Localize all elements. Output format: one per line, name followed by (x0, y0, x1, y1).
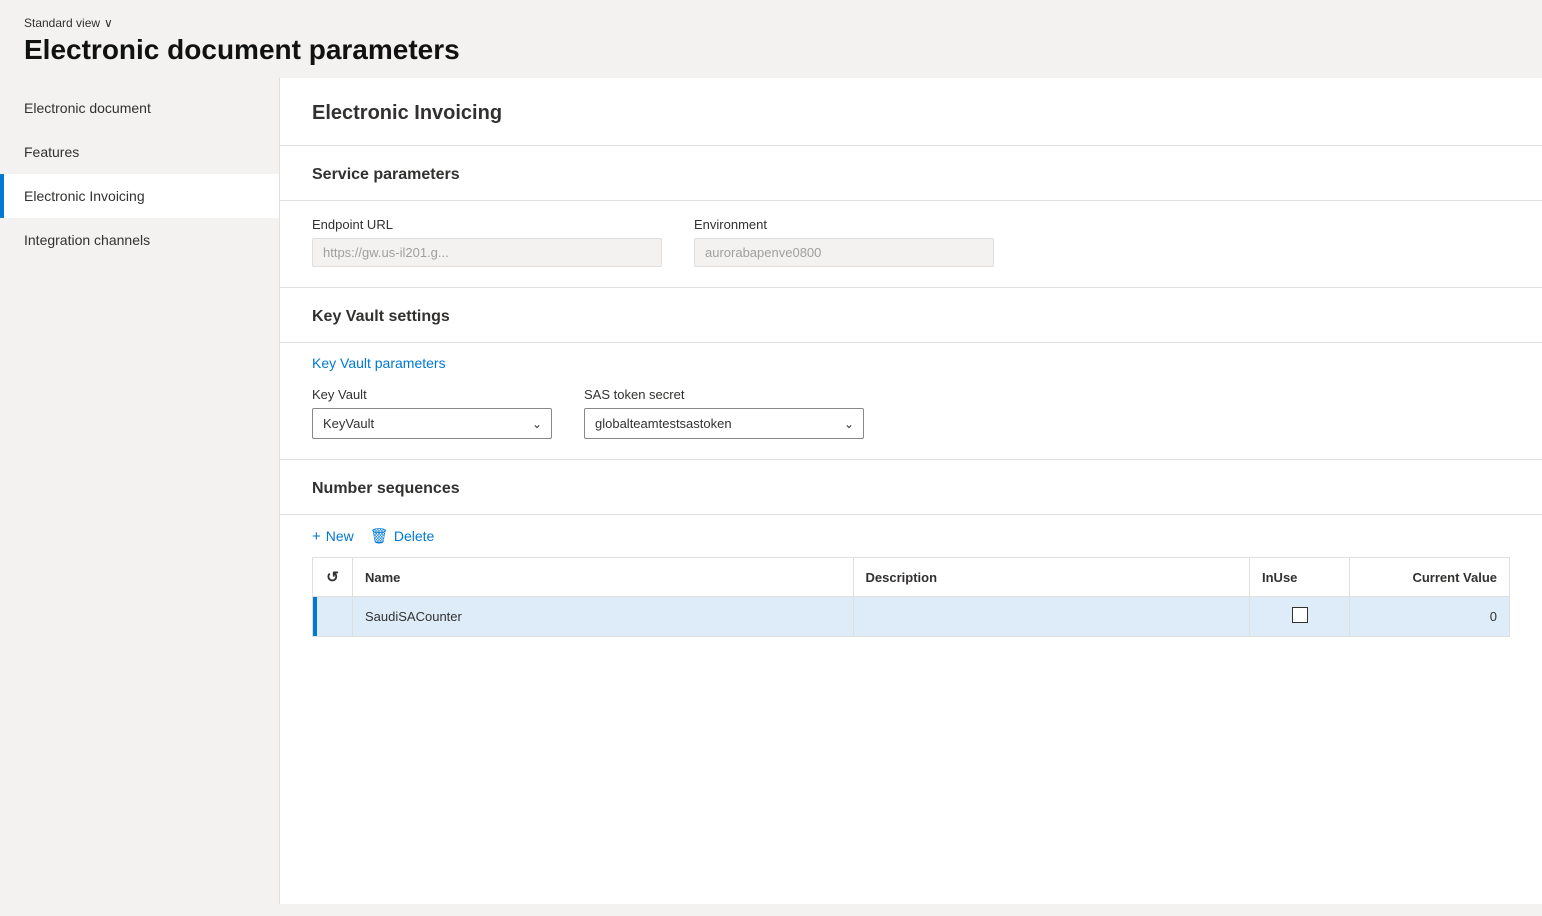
row-name-cell: SaudiSACounter (353, 597, 854, 637)
sidebar-item-electronic-invoicing[interactable]: Electronic Invoicing (0, 174, 279, 218)
row-inuse-cell[interactable] (1250, 597, 1350, 637)
key-vault-label: Key Vault (312, 387, 552, 402)
environment-label: Environment (694, 217, 994, 232)
table-header-row: ↺ Name Description InUse Current Value (313, 558, 1510, 597)
content-area: Electronic Invoicing Service parameters … (280, 78, 1542, 904)
environment-value: aurorabapenve0800 (694, 238, 994, 267)
sas-token-dropdown-wrapper[interactable]: globalteamtestsastoken ⌄ (584, 408, 864, 439)
standard-view-selector[interactable]: Standard view ∨ (24, 16, 1518, 30)
sidebar-item-electronic-document[interactable]: Electronic document (0, 86, 279, 130)
sas-token-label: SAS token secret (584, 387, 864, 402)
row-current-value-cell: 0 (1350, 597, 1510, 637)
number-sequences-heading: Number sequences (312, 480, 1510, 498)
sidebar-item-integration-channels[interactable]: Integration channels (0, 218, 279, 262)
key-vault-fields: Key Vault KeyVault ⌄ SAS token secret gl… (312, 387, 1510, 439)
refresh-col-header[interactable]: ↺ (313, 558, 353, 597)
new-label: New (326, 528, 354, 544)
name-col-header: Name (353, 558, 854, 597)
sidebar: Electronic documentFeaturesElectronic In… (0, 78, 280, 904)
divider-5 (280, 459, 1542, 460)
inuse-checkbox[interactable] (1292, 607, 1308, 623)
delete-trash-icon: 🗑 (370, 527, 389, 545)
new-button[interactable]: + New (312, 528, 354, 545)
row-description-cell (853, 597, 1249, 637)
sas-token-group: SAS token secret globalteamtestsastoken … (584, 387, 864, 439)
key-vault-dropdown-wrapper[interactable]: KeyVault ⌄ (312, 408, 552, 439)
key-vault-dropdown[interactable]: KeyVault (312, 408, 552, 439)
environment-group: Environment aurorabapenve0800 (694, 217, 994, 267)
page-header: Standard view ∨ Electronic document para… (0, 0, 1542, 78)
sas-token-dropdown[interactable]: globalteamtestsastoken (584, 408, 864, 439)
key-vault-parameters-link[interactable]: Key Vault parameters (312, 355, 446, 371)
delete-button[interactable]: 🗑 Delete (370, 527, 435, 545)
service-parameters-fields: Endpoint URL https://gw.us-il201.g... En… (312, 217, 1510, 267)
key-vault-group: Key Vault KeyVault ⌄ (312, 387, 552, 439)
service-parameters-heading: Service parameters (312, 166, 1510, 184)
main-layout: Electronic documentFeaturesElectronic In… (0, 78, 1542, 904)
number-sequences-table: ↺ Name Description InUse Current Value S… (312, 557, 1510, 637)
page-title: Electronic document parameters (24, 34, 1518, 66)
table-row[interactable]: SaudiSACounter 0 (313, 597, 1510, 637)
endpoint-url-label: Endpoint URL (312, 217, 662, 232)
standard-view-chevron: ∨ (104, 16, 113, 30)
endpoint-url-group: Endpoint URL https://gw.us-il201.g... (312, 217, 662, 267)
delete-label: Delete (394, 528, 434, 544)
divider-3 (280, 287, 1542, 288)
key-vault-heading: Key Vault settings (312, 308, 1510, 326)
inuse-col-header: InUse (1250, 558, 1350, 597)
new-plus-icon: + (312, 528, 321, 545)
current-value-col-header: Current Value (1350, 558, 1510, 597)
sidebar-item-features[interactable]: Features (0, 130, 279, 174)
refresh-icon[interactable]: ↺ (326, 569, 339, 586)
row-indicator-cell (313, 597, 353, 637)
standard-view-label: Standard view (24, 16, 100, 30)
description-col-header: Description (853, 558, 1249, 597)
divider-1 (280, 145, 1542, 146)
content-section-title: Electronic Invoicing (312, 102, 1510, 125)
number-sequences-toolbar: + New 🗑 Delete (312, 527, 1510, 545)
endpoint-url-value: https://gw.us-il201.g... (312, 238, 662, 267)
